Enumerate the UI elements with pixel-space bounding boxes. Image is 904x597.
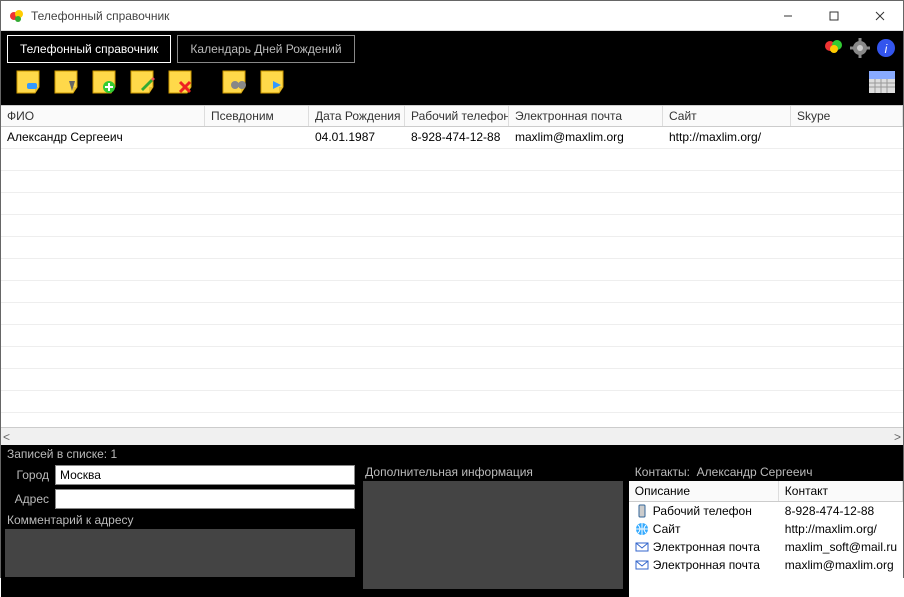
address-label: Адрес xyxy=(5,492,49,506)
tab-phonebook[interactable]: Телефонный справочник xyxy=(7,35,171,63)
info-icon[interactable]: i xyxy=(875,37,897,59)
contact-row[interactable]: Рабочий телефон 8-928-474-12-88 xyxy=(629,502,903,520)
city-input[interactable] xyxy=(55,465,355,485)
contact-row[interactable]: Сайт http://maxlim.org/ xyxy=(629,520,903,538)
contacts-col-contact[interactable]: Контакт xyxy=(779,481,903,501)
tab-birthday-calendar[interactable]: Календарь Дней Рождений xyxy=(177,35,354,63)
comment-textarea[interactable] xyxy=(5,529,355,577)
record-count: Записей в списке: 1 xyxy=(1,445,903,463)
contacts-person: Александр Сергееич xyxy=(697,465,813,479)
col-site[interactable]: Сайт xyxy=(663,106,791,126)
note-edit-icon[interactable] xyxy=(127,69,157,95)
balloons-icon[interactable] xyxy=(823,37,845,59)
mail-icon xyxy=(635,558,649,572)
extra-info-panel: Дополнительная информация xyxy=(359,463,628,597)
gear-icon[interactable] xyxy=(849,37,871,59)
app-icon xyxy=(9,8,25,24)
svg-text:i: i xyxy=(885,42,888,56)
details-area: Записей в списке: 1 Город Адрес Коммента… xyxy=(1,445,903,597)
titlebar: Телефонный справочник xyxy=(1,1,903,31)
col-alias[interactable]: Псевдоним xyxy=(205,106,309,126)
window-title: Телефонный справочник xyxy=(31,9,765,23)
note-search-icon[interactable] xyxy=(219,69,249,95)
note-tag-icon[interactable] xyxy=(13,69,43,95)
scroll-right-icon[interactable]: > xyxy=(894,430,901,444)
contact-row[interactable]: Электронная почта maxlim_soft@mail.ru xyxy=(629,538,903,556)
table-row[interactable]: Александр Сергееич 04.01.1987 8-928-474-… xyxy=(1,127,903,149)
col-skype[interactable]: Skype xyxy=(791,106,903,126)
col-dob[interactable]: Дата Рождения xyxy=(309,106,405,126)
close-button[interactable] xyxy=(857,1,903,31)
maximize-button[interactable] xyxy=(811,1,857,31)
globe-icon xyxy=(635,522,649,536)
horizontal-scrollbar[interactable]: < > xyxy=(1,427,903,445)
main-toolbar-area: Телефонный справочник Календарь Дней Рож… xyxy=(1,31,903,105)
address-input[interactable] xyxy=(55,489,355,509)
extra-info-textarea[interactable] xyxy=(363,481,623,589)
note-export-icon[interactable] xyxy=(257,69,287,95)
col-workphone[interactable]: Рабочий телефон xyxy=(405,106,509,126)
comment-label: Комментарий к адресу xyxy=(5,513,355,527)
mail-icon xyxy=(635,540,649,554)
note-pin-icon[interactable] xyxy=(51,69,81,95)
scroll-left-icon[interactable]: < xyxy=(3,430,10,444)
contacts-col-desc[interactable]: Описание xyxy=(629,481,779,501)
note-add-icon[interactable] xyxy=(89,69,119,95)
extra-info-label: Дополнительная информация xyxy=(363,465,624,479)
minimize-button[interactable] xyxy=(765,1,811,31)
city-label: Город xyxy=(5,468,49,482)
phone-icon xyxy=(635,504,649,518)
note-delete-icon[interactable] xyxy=(165,69,195,95)
col-fio[interactable]: ФИО xyxy=(1,106,205,126)
contacts-panel: Контакты: Александр Сергееич Описание Ко… xyxy=(628,463,903,597)
address-panel: Город Адрес Комментарий к адресу xyxy=(1,463,359,597)
grid-header: ФИО Псевдоним Дата Рождения Рабочий теле… xyxy=(1,105,903,127)
contact-row[interactable]: Электронная почта maxlim@maxlim.org xyxy=(629,556,903,574)
contacts-header-prefix: Контакты: xyxy=(635,465,690,479)
grid-body[interactable]: Александр Сергееич 04.01.1987 8-928-474-… xyxy=(1,127,903,427)
col-email[interactable]: Электронная почта xyxy=(509,106,663,126)
calendar-icon[interactable] xyxy=(867,67,897,97)
